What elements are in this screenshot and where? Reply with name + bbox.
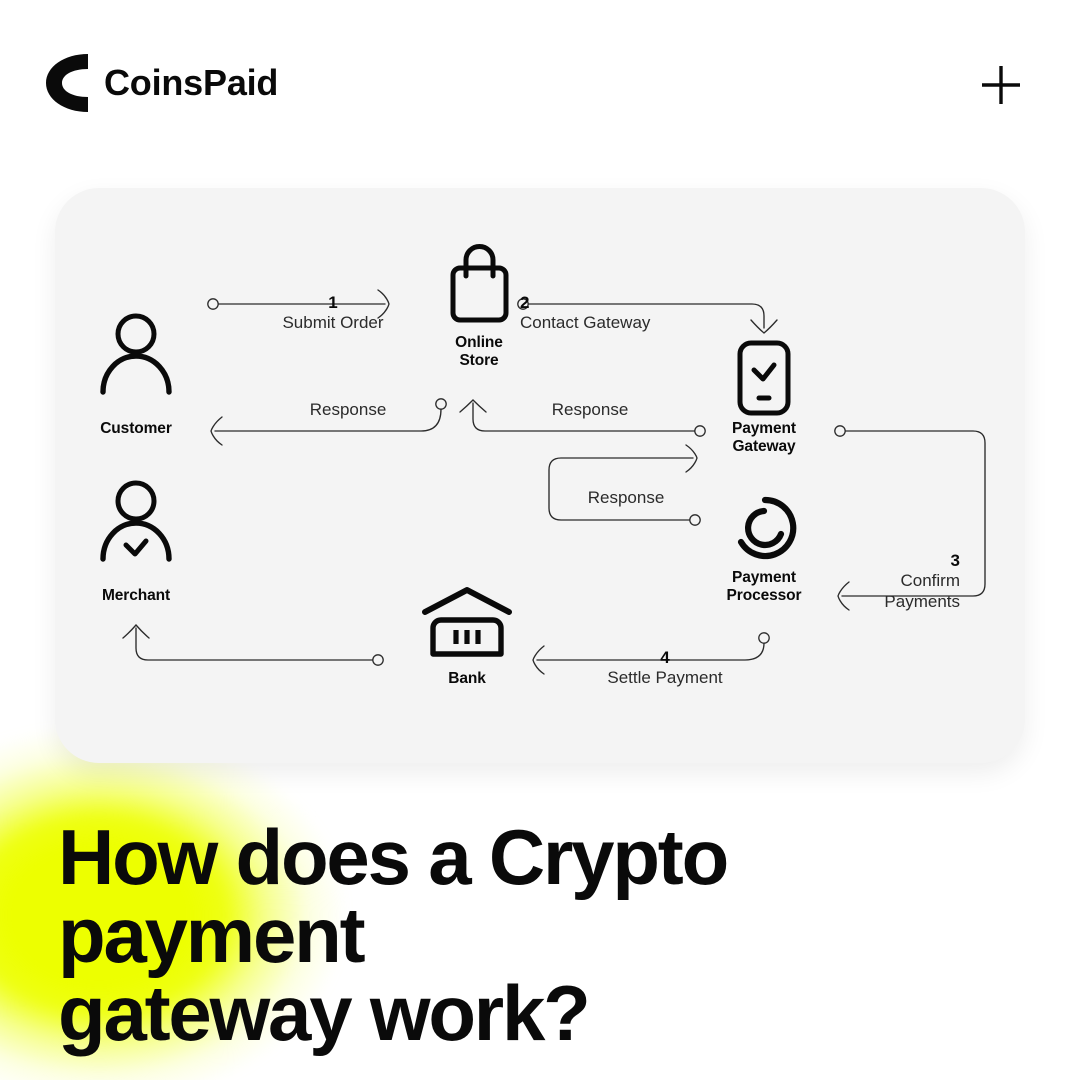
- user-verified-icon: [100, 480, 172, 562]
- flow-label-response-2: Response: [551, 400, 629, 419]
- flow-text-step-1: Submit Order: [282, 313, 384, 333]
- flow-diagram-card: Customer Online Store Payment Gateway Pa…: [55, 188, 1025, 763]
- processing-spinner-icon: [737, 496, 797, 560]
- poster-canvas: CoinsPaid Customer Online Store Payment …: [0, 0, 1080, 1080]
- bank-building-icon: [422, 587, 512, 657]
- page-title: How does a Crypto payment gateway work?: [58, 813, 729, 1057]
- flow-label-step-2: 2 Contact Gateway: [520, 272, 780, 334]
- brand-name: CoinsPaid: [104, 62, 279, 103]
- flow-text-step-3: Confirm Payments: [884, 571, 960, 612]
- flow-number-step-2: 2: [520, 292, 530, 312]
- flow-text-step-2: Contact Gateway: [520, 313, 651, 333]
- plus-icon[interactable]: [978, 62, 1024, 108]
- flow-number-step-4: 4: [660, 647, 670, 667]
- node-label-payment-gateway: Payment Gateway: [732, 420, 796, 456]
- shopping-bag-icon: [450, 244, 509, 323]
- flow-label-response-3: Response: [587, 488, 665, 507]
- flow-number-step-1: 1: [328, 292, 338, 312]
- header: CoinsPaid: [0, 0, 1080, 170]
- connector-response-3: [548, 444, 698, 521]
- user-icon: [100, 313, 172, 395]
- flow-label-step-3: 3 Confirm Payments: [815, 530, 960, 613]
- node-label-online-store: Online Store: [455, 334, 503, 370]
- flow-text-step-4: Settle Payment: [607, 668, 723, 688]
- brand-logo[interactable]: CoinsPaid: [42, 52, 278, 114]
- flow-label-step-4: 4 Settle Payment: [550, 627, 780, 689]
- connector-response-4: [122, 623, 379, 661]
- node-label-bank: Bank: [448, 670, 486, 687]
- mobile-check-icon: [737, 340, 791, 416]
- flow-number-step-3: 3: [950, 550, 960, 570]
- flow-label-response-1: Response: [309, 400, 387, 419]
- node-label-merchant: Merchant: [101, 587, 171, 604]
- node-label-customer: Customer: [100, 420, 172, 437]
- flow-label-step-1: 1 Submit Order: [218, 272, 448, 334]
- node-label-payment-processor: Payment Processor: [726, 569, 802, 605]
- coinspaid-c-mark-icon: [46, 54, 88, 112]
